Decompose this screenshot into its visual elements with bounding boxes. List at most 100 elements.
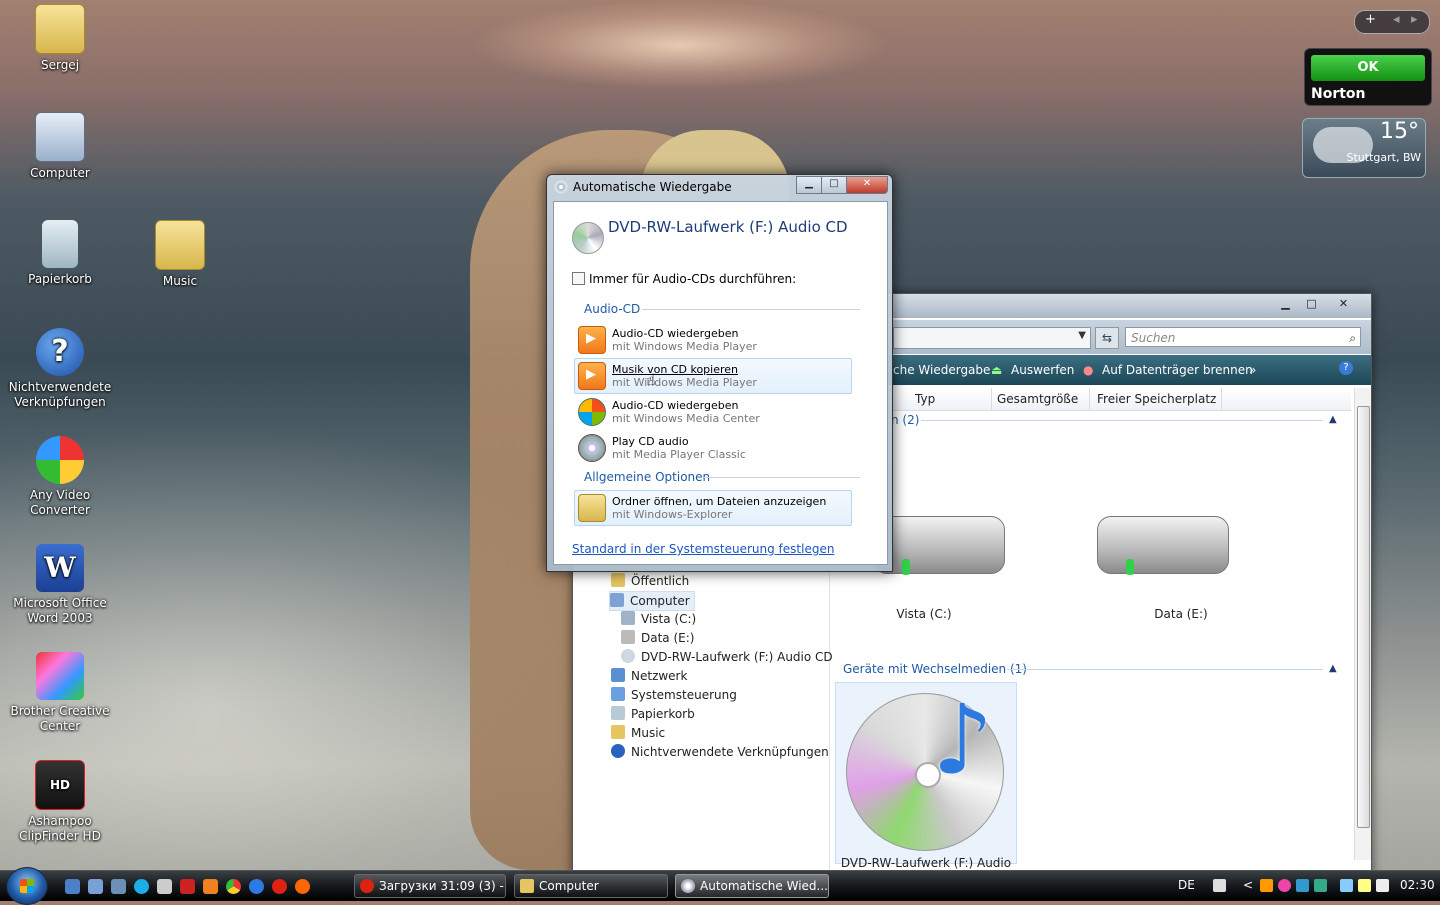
nav-item-vista[interactable]: Vista (C:) xyxy=(621,610,696,628)
group-header-drives[interactable]: n (2) xyxy=(891,413,919,427)
drive-data[interactable] xyxy=(1087,504,1229,584)
tray-app-icon[interactable] xyxy=(1358,879,1371,892)
column-header-total-size[interactable]: Gesamtgröße xyxy=(997,392,1078,406)
autoplay-minimize-button[interactable]: ▁ xyxy=(796,176,822,194)
autoplay-toolbar-button[interactable]: che Wiedergabe xyxy=(893,363,990,377)
set-defaults-link[interactable]: Standard in der Systemsteuerung festlege… xyxy=(572,542,834,556)
nav-item-recycle-bin[interactable]: Papierkorb xyxy=(611,705,695,723)
nav-label: Öffentlich xyxy=(631,574,690,588)
skype-icon[interactable] xyxy=(134,879,149,894)
sidebar-next-button[interactable]: ▸ xyxy=(1411,12,1418,27)
desktop-icon-unused-shortcuts[interactable]: ? Nichtverwendete Verknüpfungen xyxy=(5,328,115,410)
option-subtitle: mit Windows Media Center xyxy=(612,412,760,425)
desktop-icon-computer[interactable]: Computer xyxy=(5,112,115,181)
task-computer[interactable]: Computer xyxy=(514,874,668,898)
show-desktop-icon[interactable] xyxy=(65,879,80,894)
search-input[interactable]: Suchen ⌕ xyxy=(1125,327,1361,347)
opera-icon[interactable] xyxy=(272,879,287,894)
sidebar-add-button[interactable]: + xyxy=(1365,12,1376,27)
option-play-wmc[interactable]: Audio-CD wiedergeben mit Windows Media C… xyxy=(574,394,852,430)
nav-item-dvd[interactable]: DVD-RW-Laufwerk (F:) Audio CD xyxy=(621,648,833,666)
vertical-scrollbar[interactable] xyxy=(1354,388,1371,860)
autoplay-close-button[interactable]: ✕ xyxy=(846,176,888,194)
scrollbar-thumb[interactable] xyxy=(1357,406,1370,828)
sidebar-prev-button[interactable]: ◂ xyxy=(1393,12,1400,27)
language-indicator[interactable]: DE xyxy=(1178,878,1195,892)
volume-icon[interactable] xyxy=(1376,879,1389,892)
column-header-free-space[interactable]: Freier Speicherplatz xyxy=(1097,392,1216,406)
collapse-icon[interactable]: ▲ xyxy=(1329,663,1337,674)
more-toolbar-button[interactable]: » xyxy=(1249,363,1256,377)
explorer-minimize-button[interactable]: ▁ xyxy=(1273,296,1298,312)
column-headers: Typ Gesamtgröße Freier Speicherplatz xyxy=(891,388,1351,411)
autoplay-dialog: Automatische Wiedergabe ▁ □ ✕ DVD-RW-Laufw… xyxy=(546,174,893,572)
collapse-icon[interactable]: ▲ xyxy=(1329,414,1337,425)
drive-led xyxy=(902,559,910,575)
task-autoplay[interactable]: Automatische Wied... xyxy=(675,874,829,898)
desktop-icon-brother[interactable]: Brother Creative Center xyxy=(5,652,115,734)
nav-item-control-panel[interactable]: Systemsteuerung xyxy=(611,686,737,704)
tray-app-icon[interactable] xyxy=(1296,879,1309,892)
computer-quicklaunch-icon[interactable] xyxy=(111,879,126,894)
checkbox-box[interactable] xyxy=(572,272,585,285)
switch-windows-icon[interactable] xyxy=(88,879,103,894)
burn-button[interactable]: Auf Datenträger brennen xyxy=(1102,363,1253,377)
group-header-removable[interactable]: Geräte mit Wechselmedien (1) xyxy=(843,662,1027,676)
drive-label-vista: Vista (C:) xyxy=(896,607,952,621)
internet-explorer-icon[interactable] xyxy=(249,879,264,894)
pen-input-icon[interactable] xyxy=(1213,879,1226,892)
explorer-maximize-button[interactable]: □ xyxy=(1299,296,1324,312)
option-play-wmp[interactable]: Audio-CD wiedergeben mit Windows Media P… xyxy=(574,322,852,358)
start-button[interactable] xyxy=(6,867,48,905)
chrome-icon[interactable] xyxy=(226,879,241,894)
firefox-icon[interactable] xyxy=(295,879,310,894)
column-header-type[interactable]: Typ xyxy=(915,392,935,406)
explorer-close-button[interactable]: ✕ xyxy=(1331,296,1356,312)
weather-gadget[interactable]: 15° Stuttgart, BW xyxy=(1302,118,1426,178)
nav-item-data[interactable]: Data (E:) xyxy=(621,629,694,647)
nav-item-unused-shortcuts[interactable]: Nichtverwendete Verknüpfungen xyxy=(611,743,829,761)
nav-item-computer[interactable]: Computer xyxy=(609,591,695,611)
option-rip-wmp[interactable]: Musik von CD kopieren mit Windows Media … xyxy=(574,358,852,394)
desktop-icon-any-video-converter[interactable]: Any Video Converter xyxy=(5,436,115,518)
always-do-checkbox[interactable]: Immer für Audio-CDs durchführen: xyxy=(572,272,796,286)
desktop-icon-clipfinder[interactable]: HD Ashampoo ClipFinder HD xyxy=(5,760,115,844)
media-player-classic-icon xyxy=(578,434,606,462)
eject-icon: ⏏ xyxy=(991,363,1003,377)
search-icon[interactable]: ⌕ xyxy=(1349,328,1356,348)
removable-dvd-item[interactable]: ♪ xyxy=(835,682,1017,864)
calculator-icon[interactable] xyxy=(157,879,172,894)
option-title: Ordner öffnen, um Dateien anzuzeigen xyxy=(612,495,827,508)
nav-item-network[interactable]: Netzwerk xyxy=(611,667,687,685)
desktop-icon-music[interactable]: Music xyxy=(125,220,235,289)
norton-status-button[interactable]: OK xyxy=(1311,55,1425,81)
nav-label: Computer xyxy=(630,594,690,608)
desktop-icon-word[interactable]: W Microsoft Office Word 2003 xyxy=(5,544,115,626)
autoplay-maximize-button[interactable]: □ xyxy=(821,176,847,194)
help-icon[interactable]: ? xyxy=(1339,361,1353,375)
folder-icon xyxy=(35,4,85,54)
clock[interactable]: 02:30 xyxy=(1400,878,1435,892)
desktop-icon-sergej[interactable]: Sergej xyxy=(5,4,115,73)
tray-app-icon[interactable] xyxy=(1278,879,1291,892)
option-play-mpc[interactable]: Play CD audio mit Media Player Classic xyxy=(574,430,852,466)
tray-app-icon[interactable] xyxy=(1314,879,1327,892)
chevron-down-icon[interactable]: ▼ xyxy=(1078,330,1086,341)
desktop-icon-label: Papierkorb xyxy=(28,272,92,286)
nav-item-public[interactable]: Öffentlich xyxy=(611,572,689,590)
section-general-options: Allgemeine Optionen xyxy=(584,470,711,484)
network-status-icon[interactable] xyxy=(1340,879,1353,892)
eject-button[interactable]: Auswerfen xyxy=(1011,363,1074,377)
music-note-icon: ♪ xyxy=(932,684,994,796)
nav-item-music[interactable]: Music xyxy=(611,724,665,742)
media-player-icon[interactable] xyxy=(203,879,218,894)
refresh-button[interactable]: ⇆ xyxy=(1095,327,1119,349)
tray-app-icon[interactable] xyxy=(1260,879,1273,892)
task-downloads[interactable]: Загрузки 31:09 (3) - ... xyxy=(354,874,506,898)
show-hidden-icons-button[interactable]: < xyxy=(1243,878,1253,892)
video-icon[interactable] xyxy=(180,879,195,894)
option-open-folder[interactable]: Ordner öffnen, um Dateien anzuzeigen mit… xyxy=(574,490,852,526)
address-path-field[interactable]: ▼ xyxy=(893,327,1091,349)
help-icon: ? xyxy=(36,328,84,376)
desktop-icon-papierkorb[interactable]: Papierkorb xyxy=(5,220,115,287)
